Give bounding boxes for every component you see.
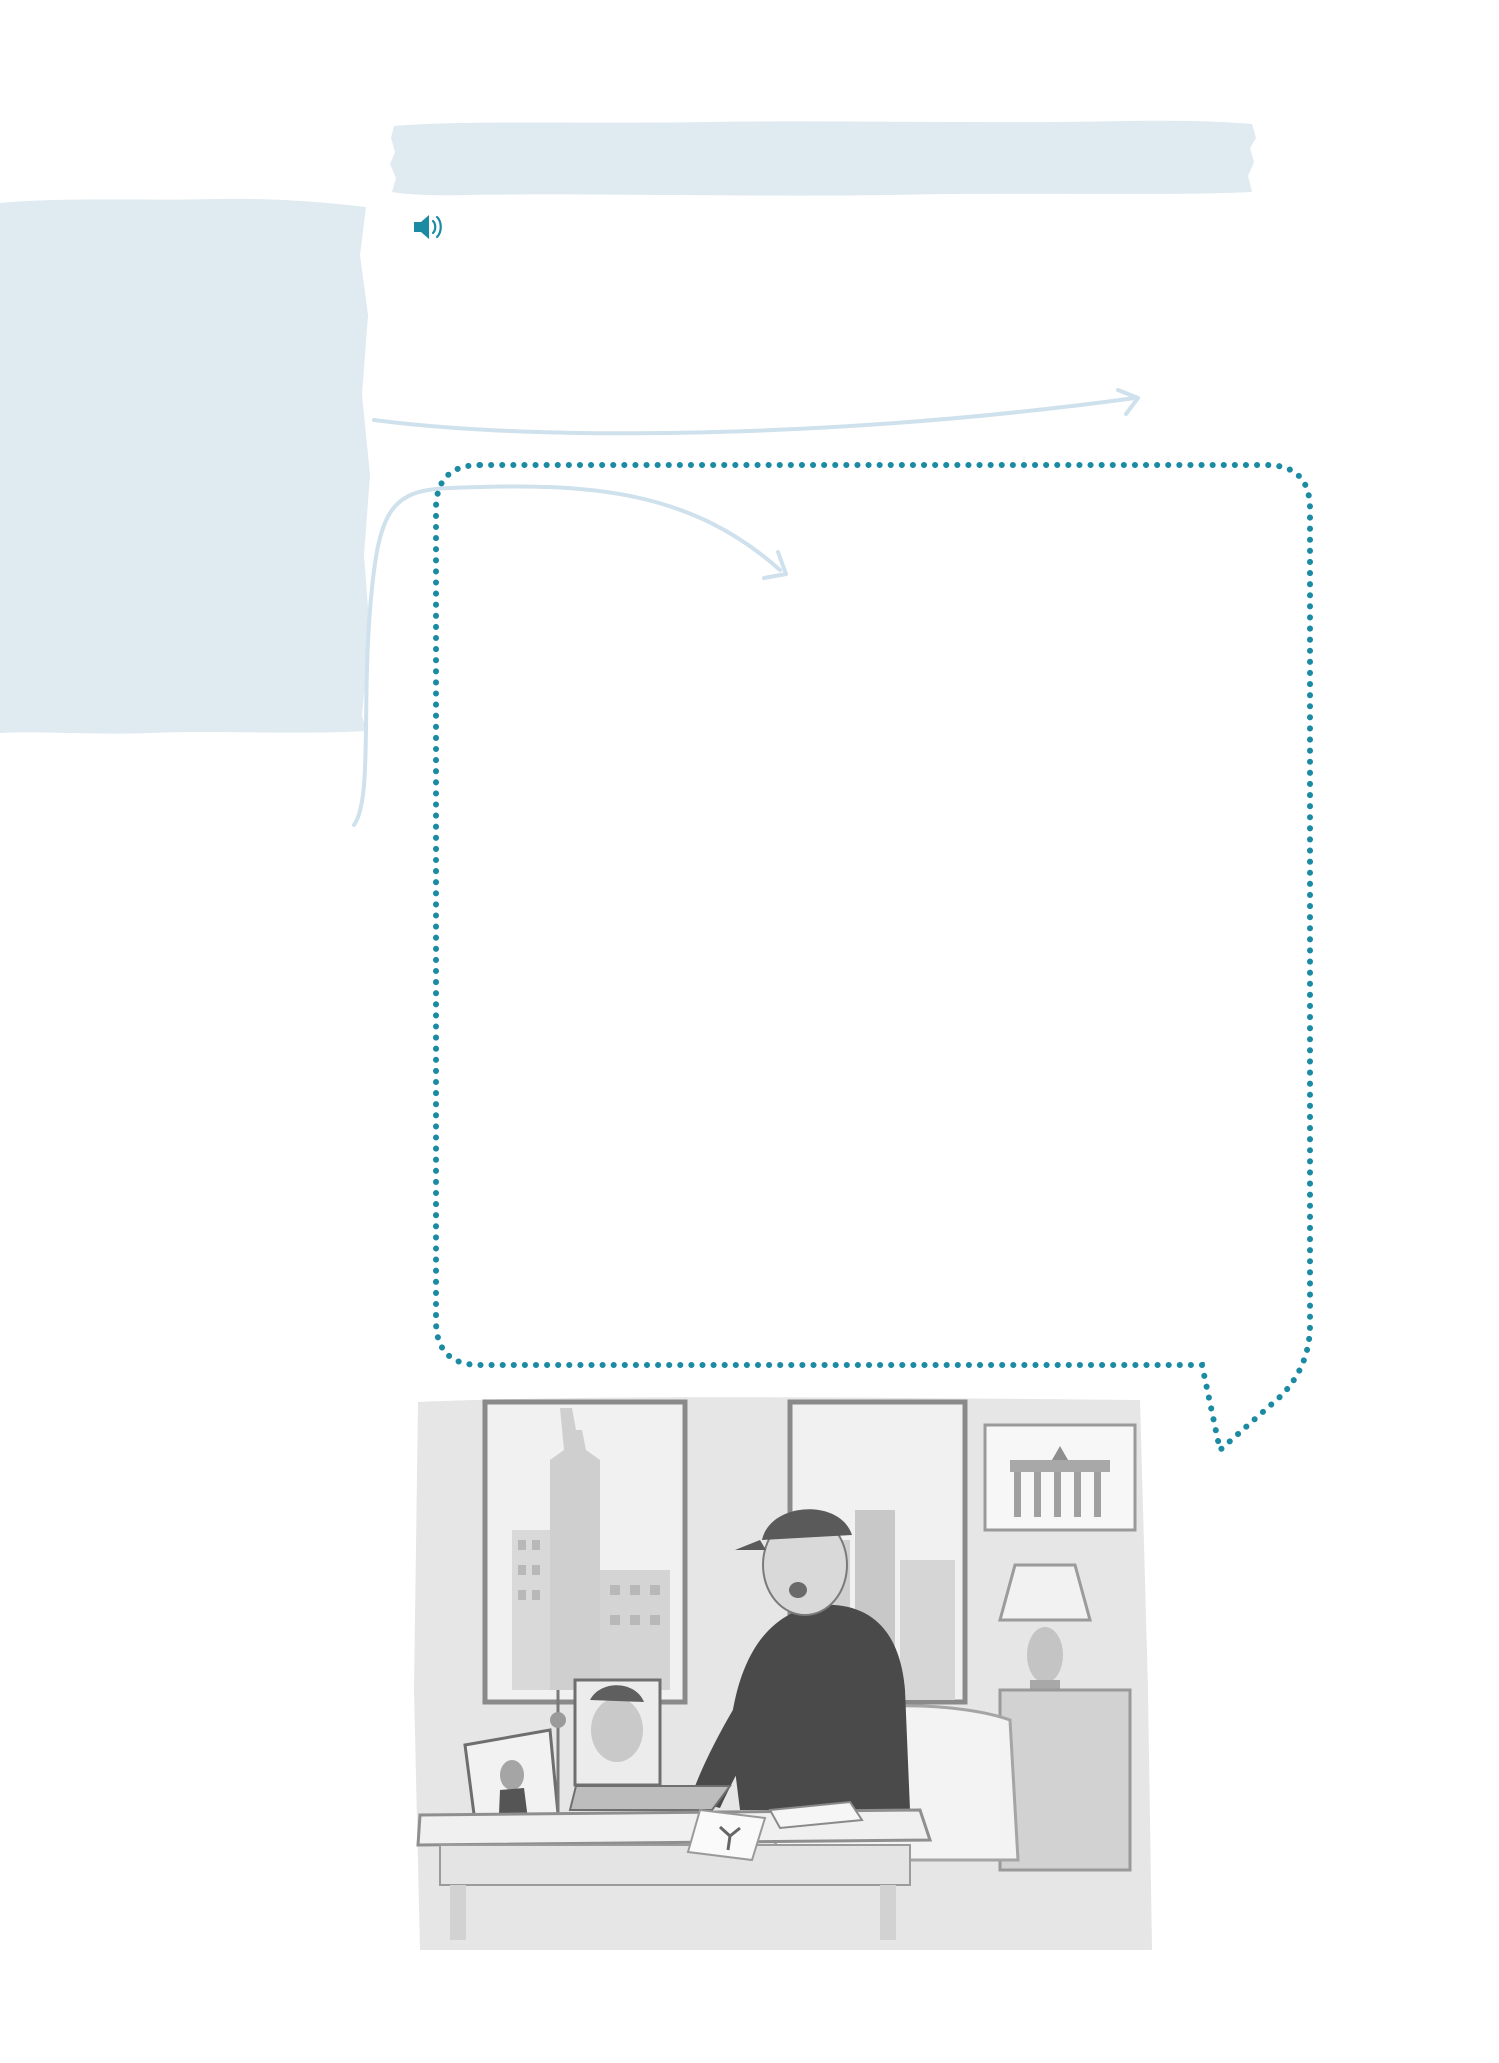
side-panel	[0, 198, 370, 734]
speech-bubble	[433, 462, 1313, 1456]
arrow-right-connector	[372, 388, 1140, 436]
speaker-icon[interactable]	[412, 212, 448, 242]
title-banner	[390, 120, 1256, 196]
man-video-call-illustration	[414, 1397, 1152, 1950]
